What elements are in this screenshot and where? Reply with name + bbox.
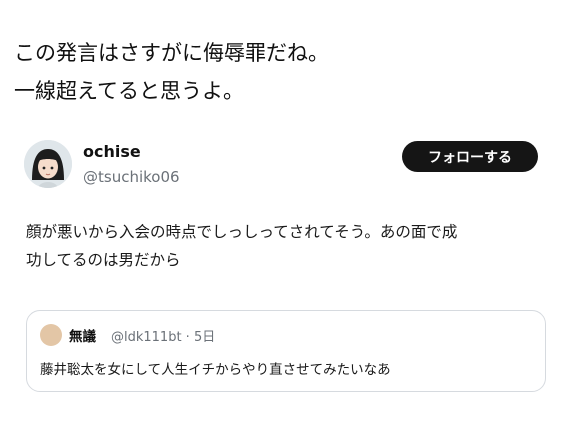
tweet-body-line-1: 顔が悪いから入会の時点でしっしってされてそう。あの面で成 bbox=[26, 223, 458, 241]
quoted-avatar[interactable] bbox=[40, 324, 62, 346]
user-handle[interactable]: @tsuchiko06 bbox=[83, 168, 180, 186]
caption-line-2: 一線超えてると思うよ。 bbox=[14, 79, 244, 103]
quoted-tweet[interactable]: 無議 @ldk111bt · 5日 藤井聡太を女にして人生イチからやり直させてみ… bbox=[26, 310, 546, 392]
avatar[interactable] bbox=[24, 140, 72, 188]
follow-button[interactable]: フォローする bbox=[402, 141, 538, 172]
display-name[interactable]: ochise bbox=[83, 142, 141, 161]
quoted-tweet-body: 藤井聡太を女にして人生イチからやり直させてみたいなあ bbox=[40, 362, 391, 378]
quoted-handle-and-time: @ldk111bt · 5日 bbox=[111, 330, 216, 345]
cartoon-girl-avatar-icon bbox=[24, 140, 72, 188]
caption-text: この発言はさすがに侮辱罪だね。 一線超えてると思うよ。 bbox=[14, 34, 329, 110]
tweet-body-line-2: 功してるのは男だから bbox=[26, 251, 181, 269]
tweet-body: 顔が悪いから入会の時点でしっしってされてそう。あの面で成 功してるのは男だから bbox=[26, 218, 546, 274]
quoted-display-name[interactable]: 無議 bbox=[69, 325, 96, 345]
caption-line-1: この発言はさすがに侮辱罪だね。 bbox=[14, 41, 329, 65]
